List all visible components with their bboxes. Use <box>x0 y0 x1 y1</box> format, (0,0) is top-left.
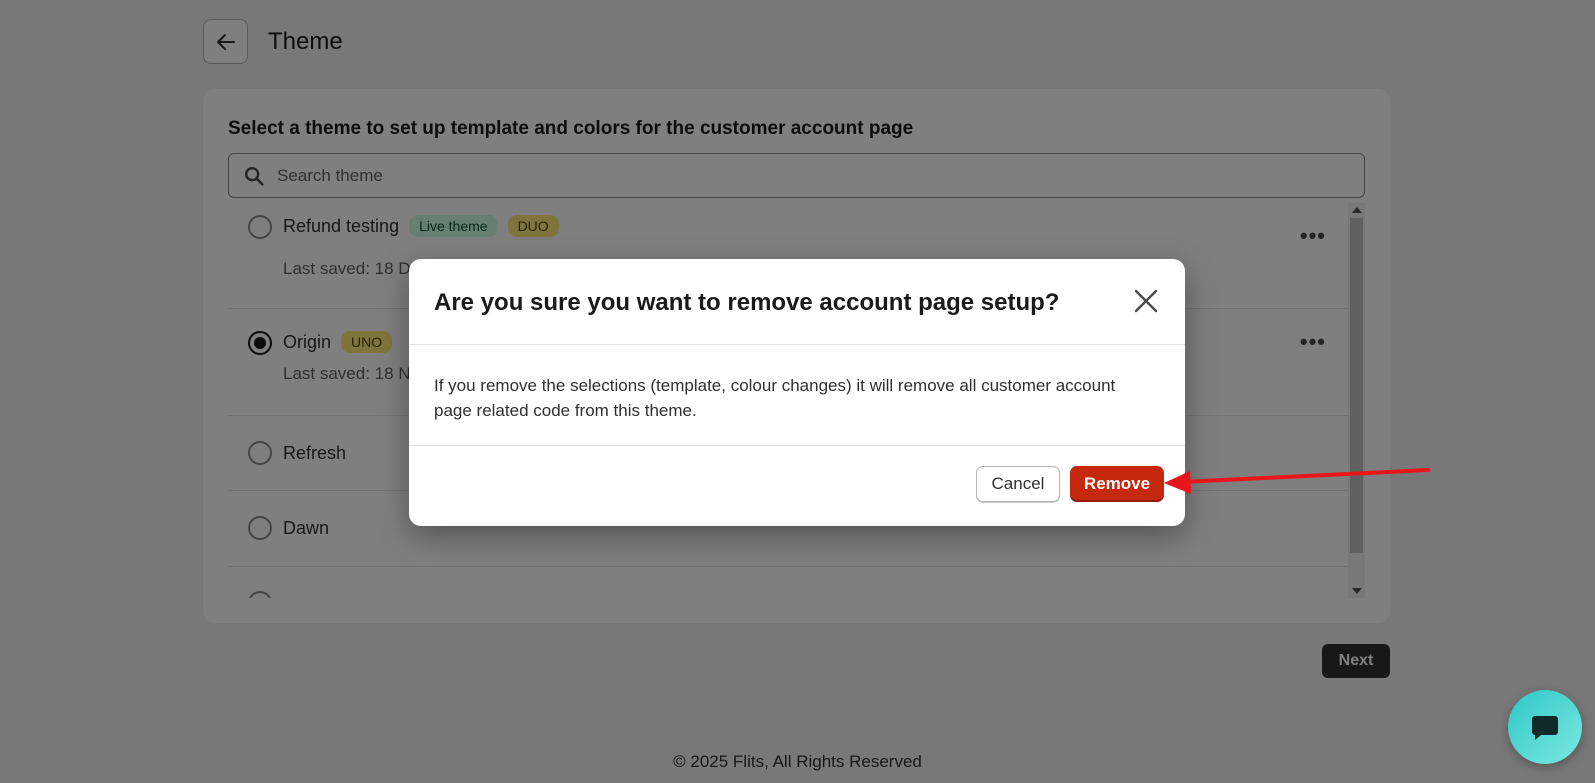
dialog-body: If you remove the selections (template, … <box>434 376 1116 420</box>
dialog-footer: Cancel Remove <box>409 445 1185 526</box>
dialog-header: Are you sure you want to remove account … <box>409 259 1185 345</box>
cancel-button[interactable]: Cancel <box>976 466 1060 502</box>
chat-button[interactable] <box>1508 690 1582 764</box>
close-icon[interactable] <box>1131 286 1161 316</box>
chat-icon <box>1532 716 1558 740</box>
remove-confirm-dialog: Are you sure you want to remove account … <box>409 259 1185 526</box>
remove-button[interactable]: Remove <box>1070 466 1164 502</box>
dialog-title: Are you sure you want to remove account … <box>434 289 1060 316</box>
